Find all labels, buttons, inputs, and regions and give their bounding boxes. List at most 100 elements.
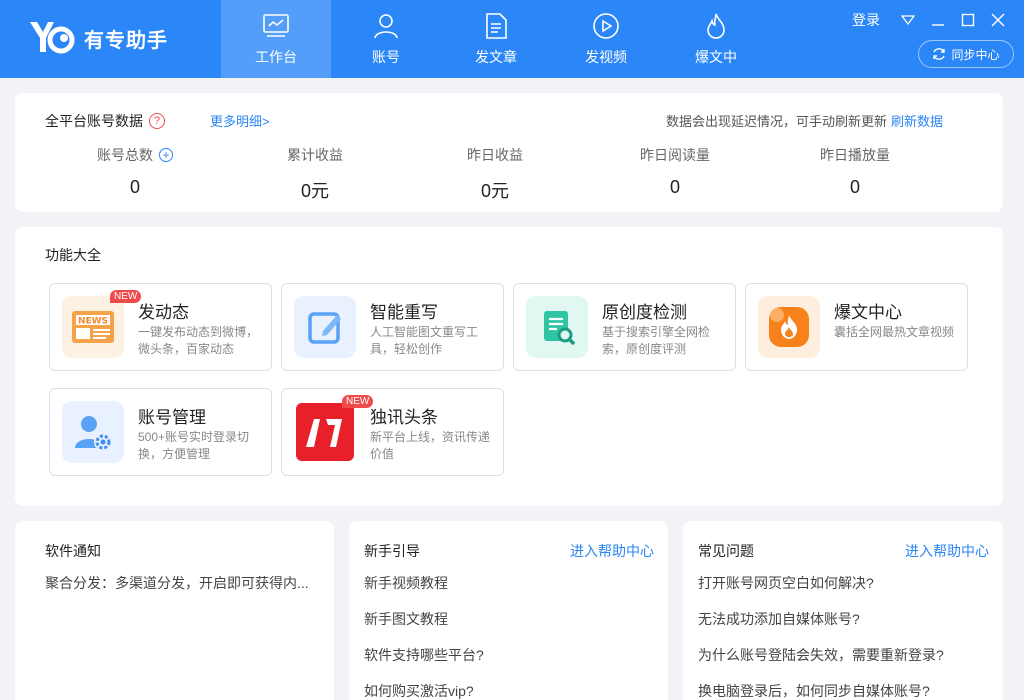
fire-icon [758,296,820,358]
guide-list: 新手视频教程 新手图文教程 软件支持哪些平台? 如何购买激活vip? [364,575,660,700]
feature-title: 爆文中心 [834,303,902,322]
faq-panel: 常见问题 进入帮助中心 打开账号网页空白如何解决? 无法成功添加自媒体账号? 为… [683,521,1003,700]
faq-item[interactable]: 换电脑登录后，如何同步自媒体账号? [698,683,995,700]
notice-list: 聚合分发：多渠道分发，开启即可获得内... [45,575,326,611]
stat-total-income: 累计收益 0元 [235,145,395,203]
sync-center-button[interactable]: 同步中心 [918,40,1014,68]
document-icon [486,13,507,39]
software-notice-panel: 软件通知 聚合分发：多渠道分发，开启即可获得内... [15,521,334,700]
minimize-icon[interactable] [930,12,946,28]
feature-desc: 囊括全网最热文章视频 [834,325,955,339]
faq-title: 常见问题 [698,543,754,559]
nav-video[interactable]: 发视频 [551,0,661,78]
stat-label: 昨日播放量 [820,147,890,163]
nav-label: 账号 [372,49,400,65]
new-badge: NEW [342,395,374,408]
stat-label: 昨日阅读量 [640,147,710,163]
delay-note-text: 数据会出现延迟情况，可手动刷新更新 [665,114,887,129]
play-icon [593,13,619,39]
news-icon: NEWS [62,296,124,358]
sync-center-label: 同步中心 [951,47,1000,62]
faq-item[interactable]: 打开账号网页空白如何解决? [698,575,995,611]
stat-yesterday-plays: 昨日播放量 0 [775,145,935,198]
window-controls: 登录 [852,10,1006,30]
stat-value: 0 [129,177,140,197]
stat-yesterday-income: 昨日收益 0元 [415,145,575,203]
workbench-icon [263,14,289,37]
faq-help-center-link[interactable]: 进入帮助中心 [905,541,989,561]
edit-icon [294,296,356,358]
feature-desc: 人工智能图文重写工具，轻松创作 [370,325,479,356]
app-logo: 有专助手 [28,18,168,58]
feature-desc: 500+账号实时登录切换，方便管理 [138,430,250,461]
doc-search-icon [526,296,588,358]
maximize-icon[interactable] [960,12,976,28]
feature-hot-center[interactable]: 爆文中心 囊括全网最热文章视频 [745,283,968,371]
feature-desc: 基于搜索引擎全网检索，原创度评测 [602,325,711,356]
new-badge: NEW [110,290,142,303]
news-brand-icon [294,401,356,463]
stat-label: 账号总数 [97,147,153,163]
feature-post-dynamic[interactable]: NEWS NEW 发动态 一键发布动态到微博，微头条，百家动态 [49,283,272,371]
add-account-icon[interactable]: + [159,148,173,162]
feature-desc: 一键发布动态到微博，微头条，百家动态 [138,325,259,356]
delay-note: 数据会出现延迟情况，可手动刷新更新 刷新数据 [666,111,943,130]
help-icon[interactable]: ? [149,113,165,129]
flame-icon [707,13,725,39]
more-details-link[interactable]: 更多明细> [210,111,270,130]
dropdown-icon[interactable] [900,12,916,28]
feature-title: 智能重写 [370,303,438,322]
notice-title: 软件通知 [45,543,101,559]
nav-article[interactable]: 发文章 [441,0,551,78]
faq-item[interactable]: 无法成功添加自媒体账号? [698,611,995,647]
login-link[interactable]: 登录 [852,10,880,30]
nav-workbench[interactable]: 工作台 [221,0,331,78]
feature-account-management[interactable]: 账号管理 500+账号实时登录切换，方便管理 [49,388,272,476]
nav-hot[interactable]: 爆文中 [661,0,771,78]
stat-yesterday-reads: 昨日阅读量 0 [595,145,755,198]
stat-value: 0元 [300,181,329,201]
stat-label: 累计收益 [287,147,343,163]
guide-item[interactable]: 新手视频教程 [364,575,660,611]
guide-item[interactable]: 如何购买激活vip? [364,683,660,700]
user-gear-icon [62,401,124,463]
feature-title: 原创度检测 [602,303,687,322]
feature-desc: 新平台上线，资讯传递价值 [370,430,491,461]
nav-label: 工作台 [255,49,297,65]
svg-text:NEWS: NEWS [78,317,108,327]
main-nav: 工作台 账号 发文章 发视频 爆文中 [221,0,771,78]
top-bar: 有专助手 工作台 账号 发文章 发视频 爆文中 登录 同步中心 [0,0,1024,78]
guide-help-center-link[interactable]: 进入帮助中心 [570,541,654,561]
nav-account[interactable]: 账号 [331,0,441,78]
feature-title: 账号管理 [138,408,206,427]
nav-label: 发视频 [585,49,627,65]
stat-value: 0 [669,177,680,197]
features-panel: 功能大全 NEWS NEW 发动态 一键发布动态到微博，微头条，百家动态 智能重… [15,227,1003,506]
stats-panel: 全平台账号数据 ? 更多明细> 数据会出现延迟情况，可手动刷新更新 刷新数据 账号… [15,93,1003,212]
refresh-data-link[interactable]: 刷新数据 [891,114,943,129]
faq-item[interactable]: 为什么账号登陆会失效，需要重新登录? [698,647,995,683]
guide-title: 新手引导 [364,543,420,559]
close-icon[interactable] [990,12,1006,28]
feature-title: 发动态 [138,303,189,322]
beginner-guide-panel: 新手引导 进入帮助中心 新手视频教程 新手图文教程 软件支持哪些平台? 如何购买… [349,521,668,700]
feature-smart-rewrite[interactable]: 智能重写 人工智能图文重写工具，轻松创作 [281,283,504,371]
stat-account-total: 账号总数 + 0 [55,145,215,198]
nav-label: 爆文中 [695,49,737,65]
feature-duxun-toutiao[interactable]: NEW 独讯头条 新平台上线，资讯传递价值 [281,388,504,476]
stats-title-text: 全平台账号数据 [45,113,143,129]
nav-label: 发文章 [475,49,517,65]
stats-title: 全平台账号数据 ? [45,111,165,131]
faq-list: 打开账号网页空白如何解决? 无法成功添加自媒体账号? 为什么账号登陆会失效，需要… [698,575,995,700]
stat-value: 0元 [480,181,509,201]
app-logo-icon [30,22,75,54]
notice-item[interactable]: 聚合分发：多渠道分发，开启即可获得内... [45,575,326,611]
features-title: 功能大全 [45,247,101,263]
stat-label: 昨日收益 [467,147,523,163]
sync-icon [933,48,946,60]
stat-value: 0 [849,177,860,197]
guide-item[interactable]: 新手图文教程 [364,611,660,647]
feature-originality-check[interactable]: 原创度检测 基于搜索引擎全网检索，原创度评测 [513,283,736,371]
app-name: 有专助手 [84,29,168,52]
guide-item[interactable]: 软件支持哪些平台? [364,647,660,683]
